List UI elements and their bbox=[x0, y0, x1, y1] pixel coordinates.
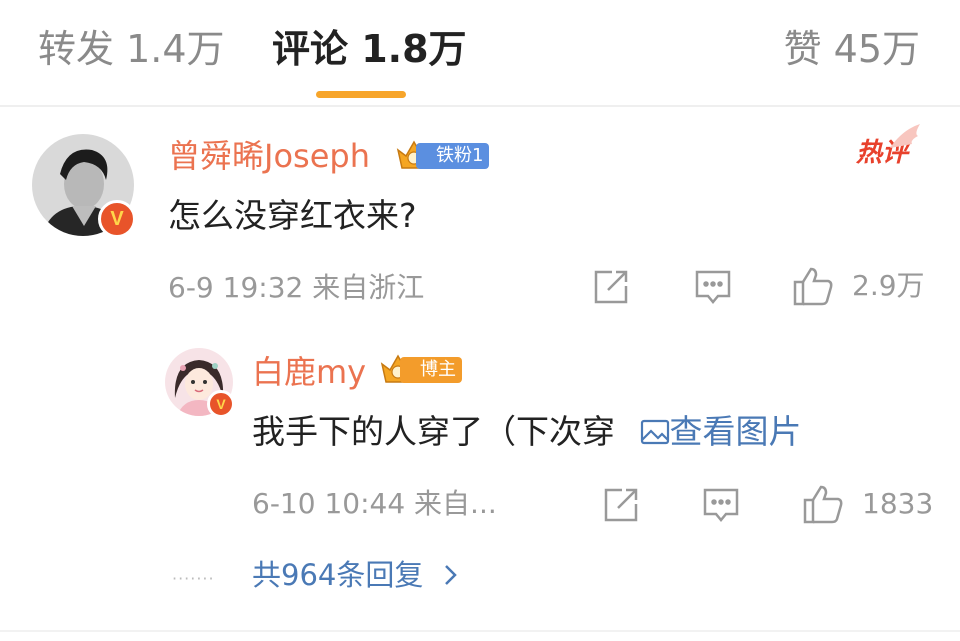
reply-like-button[interactable]: 1833 bbox=[802, 484, 933, 524]
tabs-divider bbox=[0, 105, 960, 107]
chevron-right-icon bbox=[444, 565, 457, 585]
share-icon bbox=[594, 270, 628, 304]
reply-comment-button[interactable] bbox=[702, 486, 740, 524]
avatar[interactable]: V bbox=[32, 134, 136, 238]
bottom-divider bbox=[0, 630, 960, 632]
comment-username[interactable]: 曾舜晞Joseph bbox=[168, 136, 370, 176]
tab-repost[interactable]: 转发 1.4万 bbox=[38, 26, 225, 72]
more-replies-dots: ······· bbox=[172, 569, 215, 588]
like-count: 2.9万 bbox=[852, 269, 925, 302]
reply-verified-badge-icon: V bbox=[207, 390, 235, 418]
hot-wing-icon bbox=[890, 124, 920, 148]
more-replies-link[interactable]: 共964条回复 bbox=[252, 556, 459, 594]
comment-text: 怎么没穿红衣来? bbox=[168, 196, 417, 235]
comment-icon bbox=[703, 488, 739, 522]
active-tab-indicator bbox=[316, 91, 406, 98]
comment-button[interactable] bbox=[694, 268, 732, 306]
comment-icon bbox=[695, 270, 731, 304]
fan-level-label: 铁粉1 bbox=[416, 143, 490, 169]
more-replies-label: 共964条回复 bbox=[252, 558, 424, 592]
tab-likes[interactable]: 赞 45万 bbox=[784, 26, 920, 72]
fan-level-badge: 铁粉1 bbox=[394, 138, 490, 174]
reply-body: 我手下的人穿了（下次穿 bbox=[252, 412, 615, 451]
image-icon bbox=[640, 419, 669, 445]
comment-meta: 6-9 19:32 来自浙江 bbox=[168, 271, 425, 304]
reply-like-count: 1833 bbox=[862, 487, 934, 520]
reply-share-button[interactable] bbox=[602, 486, 640, 524]
reply-avatar[interactable]: V bbox=[165, 348, 235, 418]
like-icon bbox=[803, 485, 843, 524]
reply-meta: 6-10 10:44 来自... bbox=[252, 487, 497, 520]
blogger-badge: 博主 bbox=[378, 352, 462, 388]
like-icon bbox=[793, 267, 833, 306]
like-button[interactable]: 2.9万 bbox=[792, 266, 925, 306]
blogger-label: 博主 bbox=[400, 357, 462, 383]
view-image-link[interactable]: 查看图片 bbox=[640, 412, 802, 451]
view-image-label: 查看图片 bbox=[669, 412, 802, 451]
share-icon bbox=[604, 488, 638, 522]
tab-comments[interactable]: 评论 1.8万 bbox=[272, 26, 467, 72]
share-button[interactable] bbox=[592, 268, 630, 306]
verified-badge-icon: V bbox=[98, 200, 136, 238]
reply-username[interactable]: 白鹿my bbox=[252, 352, 366, 392]
reply-text: 我手下的人穿了（下次穿 查看图片 bbox=[252, 410, 802, 454]
